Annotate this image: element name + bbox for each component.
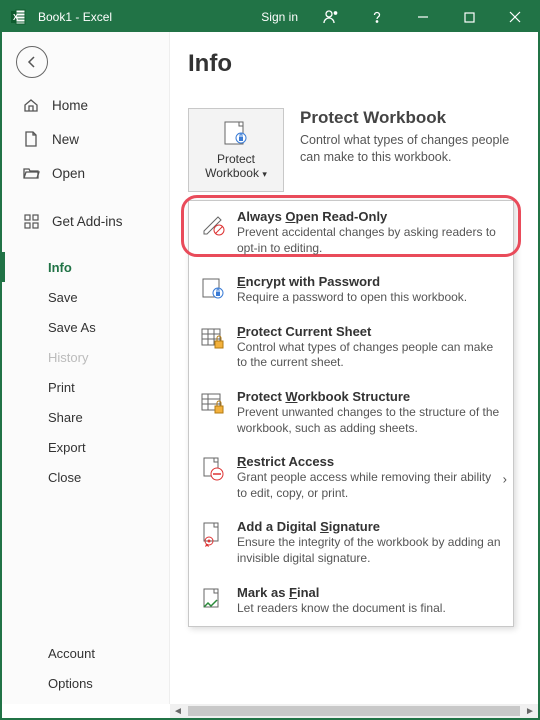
nav-label: Save As xyxy=(48,320,96,335)
help-icon[interactable] xyxy=(354,2,400,32)
nav-label: Get Add-ins xyxy=(52,214,123,229)
nav-history: History xyxy=(2,342,169,372)
submenu-arrow-icon: › xyxy=(503,471,507,486)
backstage-sidebar: Home New Open Get Add-ins Info Save Save… xyxy=(2,32,170,704)
nav-label: Print xyxy=(48,380,75,395)
window-title: Book1 - Excel xyxy=(38,10,112,24)
scrollbar-thumb[interactable] xyxy=(188,706,520,716)
nav-info[interactable]: Info xyxy=(2,252,169,282)
nav-share[interactable]: Share xyxy=(2,402,169,432)
menu-protect-current-sheet[interactable]: Protect Current SheetControl what types … xyxy=(189,316,513,381)
menu-item-desc: Grant people access while removing their… xyxy=(237,470,503,501)
nav-label: Info xyxy=(48,260,72,275)
menu-item-desc: Ensure the integrity of the workbook by … xyxy=(237,535,503,566)
menu-item-desc: Prevent unwanted changes to the structur… xyxy=(237,405,503,436)
nav-label: Close xyxy=(48,470,81,485)
minimize-button[interactable] xyxy=(400,2,446,32)
encrypt-icon xyxy=(199,274,227,306)
menu-item-title: Protect Current Sheet xyxy=(237,324,503,339)
nav-label: Save xyxy=(48,290,78,305)
home-icon xyxy=(22,97,40,113)
menu-protect-workbook-structure[interactable]: Protect Workbook StructurePrevent unwant… xyxy=(189,381,513,446)
protect-workbook-button[interactable]: ProtectWorkbook ▾ xyxy=(188,108,284,192)
nav-label: Share xyxy=(48,410,83,425)
nav-close[interactable]: Close xyxy=(2,462,169,492)
scroll-right-arrow[interactable]: ► xyxy=(522,706,538,717)
protect-sheet-icon xyxy=(199,324,227,371)
nav-export[interactable]: Export xyxy=(2,432,169,462)
protect-desc: Control what types of changes people can… xyxy=(300,132,510,166)
main-pane: Info ProtectWorkbook ▾ Protect Workbook … xyxy=(170,32,538,704)
scrollbar-track[interactable] xyxy=(186,704,522,718)
protect-button-label-1: Protect xyxy=(217,152,255,166)
open-icon xyxy=(22,166,40,180)
account-manager-icon[interactable] xyxy=(308,2,354,32)
nav-options[interactable]: Options xyxy=(2,668,169,698)
menu-item-desc: Require a password to open this workbook… xyxy=(237,290,503,306)
protect-workbook-icon xyxy=(221,120,251,148)
protect-heading: Protect Workbook xyxy=(300,108,510,128)
sign-in-button[interactable]: Sign in xyxy=(251,10,308,24)
nav-label: Account xyxy=(48,646,95,661)
nav-get-addins[interactable]: Get Add-ins xyxy=(2,204,169,238)
svg-text:X: X xyxy=(13,13,19,22)
nav-account[interactable]: Account xyxy=(2,638,169,668)
menu-item-title: Always Open Read-Only xyxy=(237,209,503,224)
close-button[interactable] xyxy=(492,2,538,32)
menu-add-digital-signature[interactable]: Add a Digital SignatureEnsure the integr… xyxy=(189,511,513,576)
nav-label: Options xyxy=(48,676,93,691)
menu-item-title: Encrypt with Password xyxy=(237,274,503,289)
menu-item-title: Protect Workbook Structure xyxy=(237,389,503,404)
menu-item-desc: Let readers know the document is final. xyxy=(237,601,503,617)
new-icon xyxy=(22,131,40,147)
protect-workbook-menu: Always Open Read-OnlyPrevent accidental … xyxy=(188,200,514,627)
nav-label: New xyxy=(52,132,79,147)
nav-save-as[interactable]: Save As xyxy=(2,312,169,342)
nav-print[interactable]: Print xyxy=(2,372,169,402)
back-button[interactable] xyxy=(16,46,48,78)
protect-structure-icon xyxy=(199,389,227,436)
menu-item-title: Mark as Final xyxy=(237,585,503,600)
addins-icon xyxy=(22,214,40,229)
restrict-access-icon xyxy=(199,454,227,501)
read-only-icon xyxy=(199,209,227,256)
scroll-left-arrow[interactable]: ◄ xyxy=(170,706,186,717)
nav-new[interactable]: New xyxy=(2,122,169,156)
nav-label: Home xyxy=(52,98,88,113)
horizontal-scrollbar[interactable]: ◄ ► xyxy=(170,704,538,718)
menu-mark-as-final[interactable]: Mark as FinalLet readers know the docume… xyxy=(189,577,513,627)
nav-label: Export xyxy=(48,440,86,455)
title-bar: X Book1 - Excel Sign in xyxy=(2,2,538,32)
menu-item-title: Add a Digital Signature xyxy=(237,519,503,534)
page-title: Info xyxy=(188,50,526,78)
nav-label: History xyxy=(48,350,88,365)
menu-encrypt-with-password[interactable]: Encrypt with PasswordRequire a password … xyxy=(189,266,513,316)
menu-item-title: Restrict Access xyxy=(237,454,503,469)
mark-final-icon xyxy=(199,585,227,617)
menu-always-open-read-only[interactable]: Always Open Read-OnlyPrevent accidental … xyxy=(189,201,513,266)
nav-save[interactable]: Save xyxy=(2,282,169,312)
maximize-button[interactable] xyxy=(446,2,492,32)
digital-signature-icon xyxy=(199,519,227,566)
nav-open[interactable]: Open xyxy=(2,156,169,190)
menu-item-desc: Control what types of changes people can… xyxy=(237,340,503,371)
chevron-down-icon: ▾ xyxy=(262,169,267,179)
nav-label: Open xyxy=(52,166,85,181)
nav-home[interactable]: Home xyxy=(2,88,169,122)
menu-restrict-access[interactable]: Restrict AccessGrant people access while… xyxy=(189,446,513,511)
excel-icon: X xyxy=(2,9,34,25)
menu-item-desc: Prevent accidental changes by asking rea… xyxy=(237,225,503,256)
protect-button-label-2: Workbook xyxy=(205,166,259,180)
